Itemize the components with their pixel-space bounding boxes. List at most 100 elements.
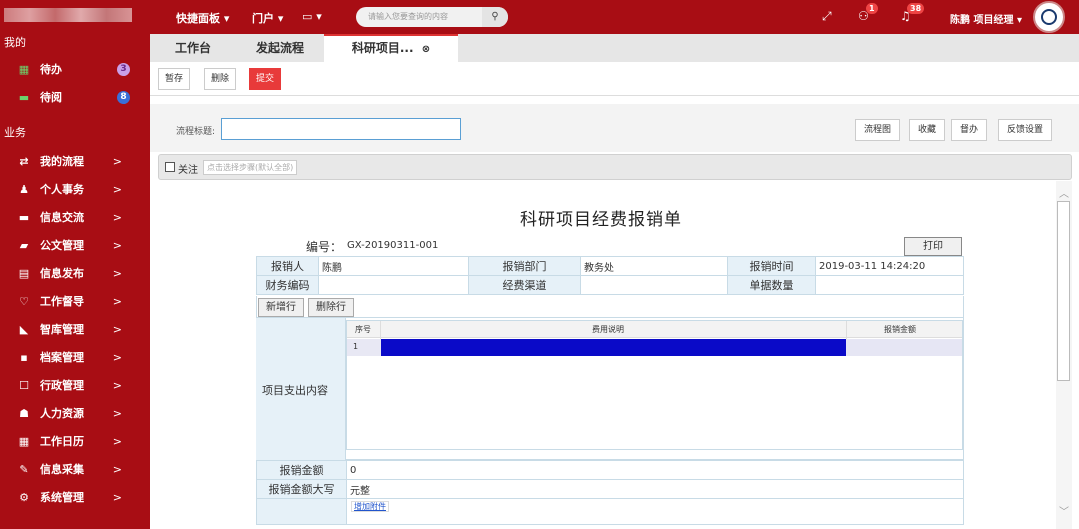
doc-count-label: 单据数量 xyxy=(727,275,816,295)
report-time-value[interactable]: 2019-03-11 14:24:20 xyxy=(815,256,964,276)
amount-cell[interactable] xyxy=(847,339,962,356)
portal-menu[interactable]: 门户 ▾ xyxy=(252,10,283,26)
feedback-settings-button[interactable]: 反馈设置 xyxy=(998,119,1053,141)
print-button[interactable]: 打印 xyxy=(904,237,962,256)
tab-start-flow[interactable]: 发起流程 xyxy=(236,34,324,62)
close-icon[interactable]: ⊗ xyxy=(422,44,430,55)
flowchart-button[interactable]: 流程图 xyxy=(855,119,901,141)
section-business: 业务 xyxy=(4,126,26,139)
upper-value: 元整 xyxy=(346,479,964,499)
chevron-right-icon: > xyxy=(112,266,122,280)
chevron-right-icon: > xyxy=(112,350,122,364)
screen-menu[interactable]: ▭ ▾ xyxy=(302,10,322,23)
add-row-button[interactable]: 新增行 xyxy=(258,298,304,317)
sidebar-item-label: 公文管理 xyxy=(40,239,84,252)
sidebar-item-label: 信息交流 xyxy=(40,211,84,224)
menu-icon: ◣ xyxy=(19,322,29,336)
expand-icon[interactable]: ⤢ xyxy=(822,9,832,24)
menu-icon: ▪ xyxy=(20,350,28,364)
sidebar-item-5[interactable]: ♡ 工作督导 > xyxy=(0,287,150,315)
scroll-down-icon[interactable]: ﹀ xyxy=(1059,503,1069,518)
menu-icon: ⇄ xyxy=(19,154,29,168)
scroll-up-icon[interactable]: ︿ xyxy=(1059,185,1069,200)
sidebar-item-2[interactable]: ▬ 信息交流 > xyxy=(0,203,150,231)
save-draft-button[interactable]: 暂存 xyxy=(158,68,191,90)
code-value: GX-20190311-001 xyxy=(347,240,439,251)
sidebar-item-todo[interactable]: ▦ 待办 3 xyxy=(0,55,150,83)
sidebar-item-label: 待办 xyxy=(40,63,62,76)
follow-label: 关注 xyxy=(178,165,198,176)
total-table: 报销金额 0 报销金额大写 元整 增加附件 xyxy=(256,460,964,525)
tab-research-project[interactable]: 科研项目... ⊗ xyxy=(324,34,458,62)
sidebar-item-0[interactable]: ⇄ 我的流程 > xyxy=(0,147,150,175)
menu-icon: ▦ xyxy=(18,434,30,448)
follow-checkbox[interactable] xyxy=(165,162,175,172)
supervise-button[interactable]: 督办 xyxy=(951,119,988,141)
sidebar-item-12[interactable]: ⚙ 系统管理 > xyxy=(0,483,150,511)
follow-bar: 关注 点击选择步骤(默认全部) xyxy=(158,154,1072,180)
section-mine: 我的 xyxy=(4,36,26,49)
col-amount: 报销金额 xyxy=(884,325,916,334)
sidebar-item-4[interactable]: ▤ 信息发布 > xyxy=(0,259,150,287)
sidebar-item-label: 工作督导 xyxy=(40,295,84,308)
row-toolbar xyxy=(256,296,964,318)
menu-icon: ▰ xyxy=(19,238,29,252)
sidebar-item-label: 工作日历 xyxy=(40,435,84,448)
sidebar-item-label: 我的流程 xyxy=(40,155,84,168)
sidebar-item-1[interactable]: ♟ 个人事务 > xyxy=(0,175,150,203)
favorite-button[interactable]: 收藏 xyxy=(909,119,946,141)
chevron-right-icon: > xyxy=(112,182,122,196)
menu-icon: ▬ xyxy=(18,210,30,224)
scrollbar[interactable]: ︿ ﹀ xyxy=(1056,181,1072,529)
user-menu[interactable]: 陈鹏 项目经理 ▾ xyxy=(950,11,1022,26)
delete-row-button[interactable]: 删除行 xyxy=(308,298,354,317)
department-value[interactable]: 教务处 xyxy=(580,256,728,276)
delete-button[interactable]: 删除 xyxy=(204,68,237,90)
briefcase-icon: ▬ xyxy=(18,90,30,104)
code-label: 编号： xyxy=(306,240,343,254)
sidebar-item-7[interactable]: ▪ 档案管理 > xyxy=(0,343,150,371)
chevron-right-icon: > xyxy=(112,238,122,252)
reporter-value[interactable]: 陈鹏 xyxy=(318,256,469,276)
quick-panel-menu[interactable]: 快捷面板 ▾ xyxy=(176,10,229,26)
fund-channel-label: 经费渠道 xyxy=(468,275,581,295)
add-attachment-link[interactable]: 增加附件 xyxy=(351,501,389,512)
sidebar-item-9[interactable]: ☗ 人力资源 > xyxy=(0,399,150,427)
alert-badge: 1 xyxy=(866,3,878,14)
bell-badge: 38 xyxy=(907,3,925,14)
action-bar: 暂存 删除 提交 xyxy=(150,62,1079,96)
search-input[interactable]: 请输入您要查询的内容 xyxy=(368,11,448,22)
logo xyxy=(0,0,150,34)
upper-label: 报销金额大写 xyxy=(256,479,347,499)
menu-icon: ♡ xyxy=(19,294,29,308)
search-icon[interactable]: ⚲ xyxy=(482,7,508,27)
department-label: 报销部门 xyxy=(468,256,581,276)
doc-count-field[interactable] xyxy=(815,275,964,295)
avatar[interactable] xyxy=(1033,1,1065,33)
sidebar-item-11[interactable]: ✎ 信息采集 > xyxy=(0,455,150,483)
sidebar-item-label: 信息采集 xyxy=(40,463,84,476)
fund-channel-field[interactable] xyxy=(580,275,728,295)
chevron-right-icon: > xyxy=(112,378,122,392)
chevron-right-icon: > xyxy=(112,154,122,168)
chevron-right-icon: > xyxy=(112,210,122,224)
step-select[interactable]: 点击选择步骤(默认全部) xyxy=(203,160,298,175)
sidebar-item-3[interactable]: ▰ 公文管理 > xyxy=(0,231,150,259)
finance-code-field[interactable] xyxy=(318,275,469,295)
submit-button[interactable]: 提交 xyxy=(249,68,282,90)
col-desc: 费用说明 xyxy=(592,325,624,334)
attach-label-cell xyxy=(256,498,347,525)
sidebar-item-6[interactable]: ◣ 智库管理 > xyxy=(0,315,150,343)
flow-title-input[interactable] xyxy=(221,118,461,140)
tab-workbench[interactable]: 工作台 xyxy=(150,34,236,62)
menu-icon: ▤ xyxy=(18,266,30,280)
search-box[interactable]: 请输入您要查询的内容 ⚲ xyxy=(356,7,508,27)
menu-icon: ☗ xyxy=(19,406,29,420)
grid-header xyxy=(347,321,962,338)
desc-cell-selected[interactable] xyxy=(381,339,846,356)
sidebar-item-10[interactable]: ▦ 工作日历 > xyxy=(0,427,150,455)
report-time-label: 报销时间 xyxy=(727,256,816,276)
sidebar-item-8[interactable]: ☐ 行政管理 > xyxy=(0,371,150,399)
sidebar-item-toread[interactable]: ▬ 待阅 8 xyxy=(0,83,150,111)
scroll-thumb[interactable] xyxy=(1057,201,1070,381)
